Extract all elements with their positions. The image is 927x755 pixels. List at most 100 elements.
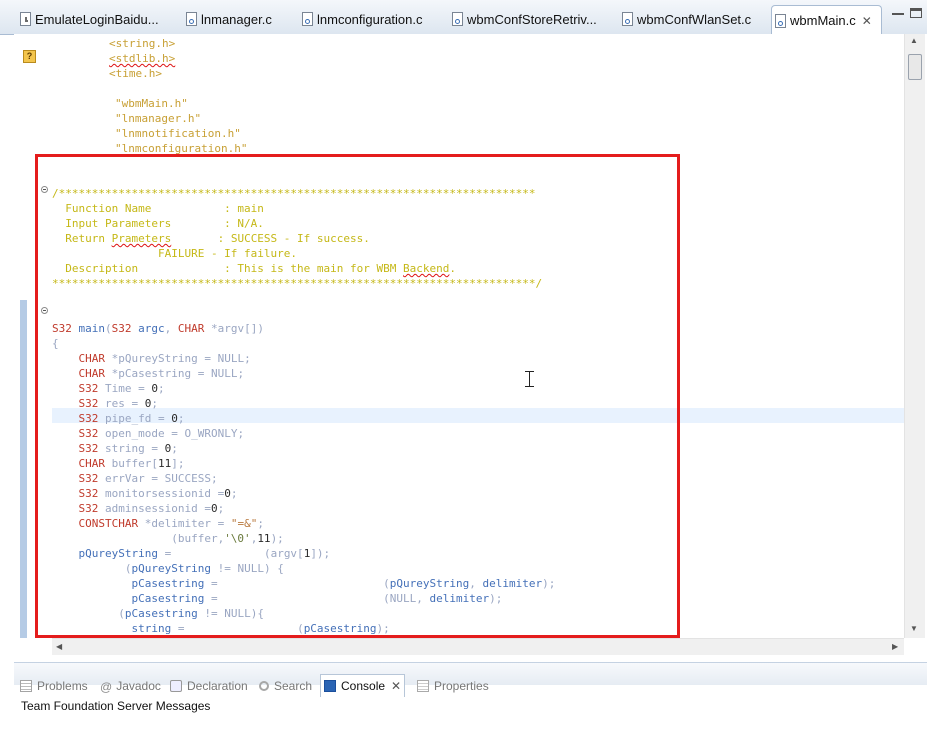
code-token: CONSTCHAR <box>78 517 139 530</box>
code-line[interactable]: /***************************************… <box>52 186 535 201</box>
code-line[interactable]: ****************************************… <box>52 276 542 291</box>
code-line[interactable]: Description : This is the main for WBM B… <box>52 261 456 276</box>
code-line[interactable]: <time.h> <box>109 66 162 81</box>
tab-label: Declaration <box>187 679 248 693</box>
code-line[interactable]: S32 open_mode = O_WRONLY; <box>52 426 245 441</box>
code-line[interactable]: { <box>52 336 59 351</box>
vertical-scrollbar[interactable]: ▲ ▼ <box>904 34 925 638</box>
code-token: ; <box>157 382 165 395</box>
tab-label: wbmConfStoreRetriv... <box>467 11 597 27</box>
code-token: = ( <box>204 577 390 590</box>
code-line[interactable]: CHAR buffer[11]; <box>52 456 185 471</box>
scroll-up-arrow-icon[interactable]: ▲ <box>910 36 918 45</box>
code-token: "wbmMain.h" <box>115 97 188 110</box>
code-token: res = <box>98 397 145 410</box>
tab-properties[interactable]: Properties <box>417 676 489 696</box>
tab-wbmmain[interactable]: wbmMain.c ✕ <box>771 5 882 35</box>
code-line[interactable]: CHAR *pQureyString = NULL; <box>52 351 251 366</box>
problems-icon <box>20 680 32 692</box>
code-token: . <box>449 262 456 275</box>
c-file-icon <box>302 12 313 26</box>
code-line[interactable]: pQureyString = (argv[1]); <box>52 546 331 561</box>
code-line[interactable]: (pQureyString != NULL) { <box>52 561 284 576</box>
code-token: CHAR <box>78 367 106 380</box>
close-icon[interactable]: ✕ <box>391 679 401 693</box>
code-line[interactable]: S32 adminsessionid =0; <box>52 501 225 516</box>
code-token: 11 <box>257 532 271 545</box>
tab-wbmconfwlanset[interactable]: wbmConfWlanSet.c <box>622 6 762 32</box>
maximize-icon[interactable] <box>910 8 922 18</box>
code-line[interactable]: S32 pipe_fd = 0; <box>52 411 185 426</box>
fold-collapse-icon[interactable] <box>41 186 48 193</box>
tab-console[interactable]: Console ✕ <box>320 674 406 697</box>
code-token: pCasestring <box>131 592 205 605</box>
code-line[interactable]: CONSTCHAR *delimiter = "=&"; <box>52 516 264 531</box>
code-line[interactable]: S32 res = 0; <box>52 396 158 411</box>
code-line[interactable]: S32 Time = 0; <box>52 381 165 396</box>
code-text-area[interactable]: <string.h> <stdlib.h> <time.h> "wbmMain.h" "… <box>52 34 904 638</box>
warning-icon[interactable]: ? <box>23 50 36 63</box>
code-line[interactable]: S32 monitorsessionid =0; <box>52 486 238 501</box>
code-token: Function Name : main <box>52 202 264 215</box>
code-token: ); <box>376 622 390 635</box>
code-token: <stdlib.h> <box>109 52 176 65</box>
java-file-icon <box>20 12 31 26</box>
code-line[interactable]: S32 main(S32 argc, CHAR *argv[]) <box>52 321 264 336</box>
code-line[interactable]: Input Parameters : N/A. <box>52 216 264 231</box>
scrollbar-thumb[interactable] <box>908 54 922 80</box>
tab-emulateloginbaidu[interactable]: EmulateLoginBaidu... <box>20 6 170 32</box>
code-line[interactable]: Function Name : main <box>52 201 264 216</box>
search-icon <box>259 681 269 691</box>
code-line[interactable]: <stdlib.h> <box>109 51 175 66</box>
fold-collapse-icon[interactable] <box>41 307 48 314</box>
tab-lnmconfiguration[interactable]: lnmconfiguration.c <box>302 6 442 32</box>
code-token: string <box>131 622 172 635</box>
tab-label: EmulateLoginBaidu... <box>35 11 159 27</box>
scroll-right-arrow-icon[interactable]: ▶ <box>892 642 898 651</box>
tab-problems[interactable]: Problems <box>20 676 88 696</box>
code-line[interactable]: S32 string = 0; <box>52 441 178 456</box>
tab-javadoc[interactable]: @ Javadoc <box>100 676 161 696</box>
code-line[interactable]: pCasestring = (pQureyString, delimiter); <box>52 576 555 591</box>
code-token: 0 <box>151 382 158 395</box>
tab-label: Properties <box>434 679 489 693</box>
code-line[interactable]: string = (pCasestring); <box>52 621 390 636</box>
code-line[interactable]: pCasestring = (NULL, delimiter); <box>52 591 502 606</box>
scroll-down-arrow-icon[interactable]: ▼ <box>910 624 918 633</box>
code-token: ); <box>489 592 503 605</box>
close-icon[interactable]: ✕ <box>862 14 872 28</box>
console-icon <box>324 680 336 692</box>
tab-declaration[interactable]: Declaration <box>170 676 248 696</box>
horizontal-scrollbar[interactable]: ◀ ▶ <box>52 638 904 655</box>
code-token: FAILURE - If failure. <box>52 247 298 260</box>
code-token: CHAR <box>78 352 106 365</box>
code-line[interactable]: FAILURE - If failure. <box>52 246 297 261</box>
tab-search[interactable]: Search <box>259 676 312 696</box>
code-token: != NULL){ <box>197 607 264 620</box>
scroll-left-arrow-icon[interactable]: ◀ <box>56 642 62 651</box>
code-line[interactable]: S32 errVar = SUCCESS; <box>52 471 218 486</box>
code-token: argc <box>131 322 165 335</box>
code-token: ); <box>270 532 284 545</box>
code-line[interactable]: "wbmMain.h" <box>115 96 188 111</box>
tab-wbmconfstoreretriv[interactable]: wbmConfStoreRetriv... <box>452 6 612 32</box>
code-editor[interactable]: ? <string.h> <stdlib.h> <time.h> "wbmMain.h… <box>14 34 927 655</box>
code-line[interactable]: CHAR *pCasestring = NULL; <box>52 366 245 381</box>
code-token: "lnmnotification.h" <box>115 127 241 140</box>
code-line[interactable]: <string.h> <box>109 36 175 51</box>
code-line[interactable]: "lnmanager.h" <box>115 111 201 126</box>
code-token: "lnmanager.h" <box>115 112 202 125</box>
code-line[interactable]: "lnmconfiguration.h" <box>115 141 247 156</box>
code-line[interactable]: Return Prameters : SUCCESS - If success. <box>52 231 370 246</box>
tab-label: Problems <box>37 679 88 693</box>
code-line[interactable]: "lnmnotification.h" <box>115 126 241 141</box>
code-token: S32 <box>78 427 99 440</box>
minimize-icon[interactable] <box>892 8 904 15</box>
code-token: *argv[]) <box>204 322 264 335</box>
code-line[interactable]: (pCasestring != NULL){ <box>52 606 264 621</box>
tab-lnmanager[interactable]: lnmanager.c <box>186 6 286 32</box>
editor-tab-bar: EmulateLoginBaidu... lnmanager.c lnmconf… <box>0 0 927 35</box>
code-line[interactable]: (buffer,'\0',11); <box>52 531 284 546</box>
